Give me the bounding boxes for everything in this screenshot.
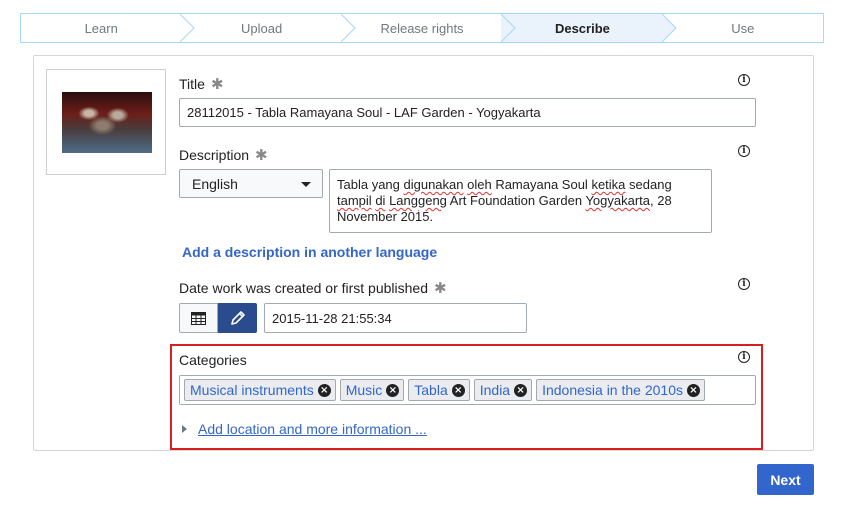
- category-tag-label: Indonesia in the 2010s: [542, 382, 683, 398]
- chevron-down-icon: [301, 182, 311, 187]
- step-separator-icon: [180, 14, 196, 42]
- file-thumbnail: [62, 92, 152, 153]
- category-tag-label: India: [479, 382, 511, 398]
- description-text: Ramayana Soul: [491, 177, 592, 192]
- remove-tag-icon[interactable]: ×: [451, 383, 465, 397]
- required-icon: ✱: [434, 280, 447, 297]
- step-upload: Upload: [181, 14, 356, 42]
- next-button[interactable]: Next: [757, 464, 814, 495]
- category-tag[interactable]: Indonesia in the 2010s ×: [536, 379, 705, 401]
- step-separator-icon: [340, 14, 356, 42]
- category-tag[interactable]: Tabla ×: [408, 379, 470, 401]
- categories-label: Categories: [179, 352, 247, 368]
- step-label: Describe: [554, 20, 610, 36]
- category-tag-label: Music: [345, 382, 383, 398]
- misspelled-word: Langgeng: [389, 193, 447, 208]
- description-text: Art Foundation Garden: [446, 193, 586, 208]
- add-description-link[interactable]: Add a description in another language: [182, 244, 437, 260]
- step-separator-icon: [661, 14, 677, 42]
- misspelled-word: Yogyakarta: [585, 193, 651, 208]
- category-tag-label: Musical instruments: [190, 382, 314, 398]
- misspelled-word: digunakan: [403, 177, 464, 192]
- step-separator-icon: [501, 14, 516, 42]
- category-tag[interactable]: India ×: [473, 379, 533, 401]
- add-location-link[interactable]: Add location and more information ...: [198, 421, 427, 437]
- title-input[interactable]: 28112015 - Tabla Ramayana Soul - LAF Gar…: [179, 98, 756, 127]
- description-textarea[interactable]: Tabla yang digunakan oleh Ramayana Soul …: [329, 169, 712, 233]
- info-icon[interactable]: i: [738, 278, 750, 290]
- calendar-mode-button[interactable]: [179, 303, 218, 333]
- step-use: Use: [663, 14, 823, 42]
- language-select-value: English: [192, 175, 238, 192]
- date-label-text: Date work was created or first published: [179, 280, 428, 296]
- date-label: Date work was created or first published…: [179, 279, 447, 297]
- info-icon[interactable]: i: [738, 145, 750, 157]
- add-location-toggle[interactable]: Add location and more information ...: [182, 421, 427, 437]
- date-input[interactable]: 2015-11-28 21:55:34: [264, 303, 527, 333]
- description-label-text: Description: [179, 147, 250, 163]
- misspelled-word: ketika: [591, 177, 626, 192]
- description-text: Tabla yang: [337, 177, 404, 192]
- misspelled-word: tampil: [337, 193, 372, 208]
- step-release-rights: Release rights: [342, 14, 516, 42]
- required-icon: ✱: [210, 76, 224, 93]
- step-learn: Learn: [21, 14, 196, 42]
- misspelled-word: di: [375, 193, 386, 208]
- pencil-icon: [230, 311, 245, 325]
- description-label: Description ✱: [179, 146, 268, 164]
- remove-tag-icon[interactable]: ×: [686, 383, 700, 397]
- step-label: Release rights: [380, 20, 464, 36]
- remove-tag-icon[interactable]: ×: [386, 383, 400, 397]
- remove-tag-icon[interactable]: ×: [317, 383, 331, 397]
- category-tag[interactable]: Musical instruments ×: [184, 379, 336, 401]
- categories-input[interactable]: Musical instruments × Music × Tabla × India × In…: [179, 375, 756, 405]
- description-text: sedang: [625, 177, 672, 192]
- step-describe: Describe: [502, 14, 677, 42]
- misspelled-word: oleh: [467, 177, 492, 192]
- step-label: Learn: [84, 20, 118, 36]
- category-tag[interactable]: Music ×: [339, 379, 405, 401]
- title-label-text: Title: [179, 76, 205, 92]
- language-select[interactable]: English: [179, 169, 323, 198]
- step-label: Use: [731, 20, 755, 36]
- required-icon: ✱: [255, 147, 268, 164]
- expand-triangle-icon: [182, 425, 187, 433]
- file-thumbnail-frame: [46, 69, 166, 175]
- category-tag-label: Tabla: [414, 382, 448, 398]
- title-label: Title ✱: [179, 75, 224, 93]
- step-label: Upload: [241, 20, 283, 36]
- date-input-value: 2015-11-28 21:55:34: [272, 310, 392, 326]
- info-icon[interactable]: i: [738, 74, 750, 86]
- text-mode-button[interactable]: [218, 303, 257, 333]
- remove-tag-icon[interactable]: ×: [514, 383, 528, 397]
- upload-wizard-steps: Learn Upload Release rights Describe Use: [20, 13, 824, 43]
- calendar-icon: [191, 311, 206, 325]
- info-icon[interactable]: i: [738, 351, 750, 363]
- title-input-value: 28112015 - Tabla Ramayana Soul - LAF Gar…: [187, 105, 541, 120]
